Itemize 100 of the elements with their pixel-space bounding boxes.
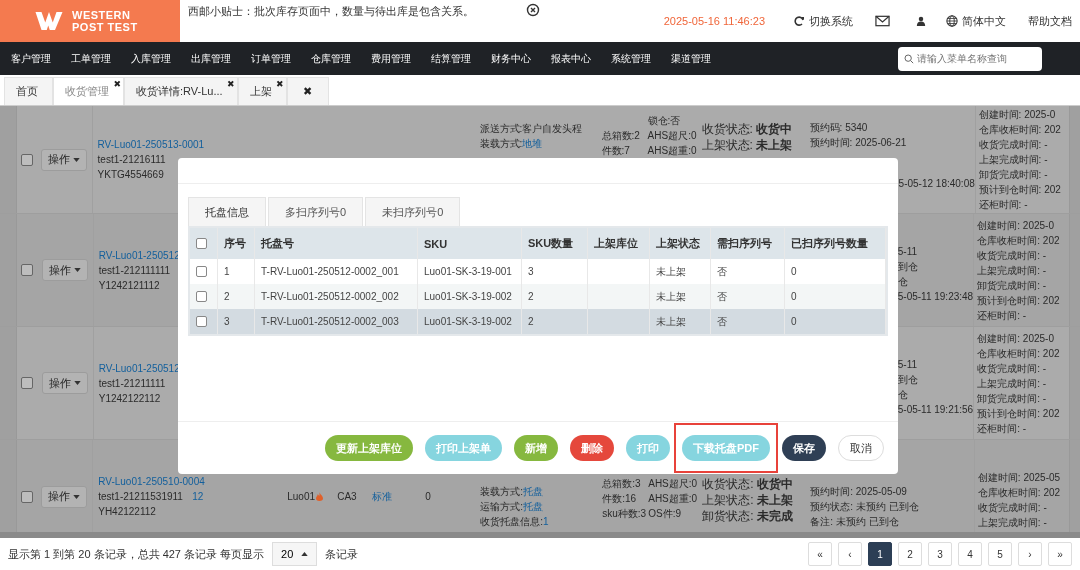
row-checkbox[interactable] xyxy=(20,490,33,503)
dialog-tab[interactable]: 多扫序列号0 xyxy=(268,197,364,226)
actions-dropdown-button[interactable]: 操作 xyxy=(41,148,87,171)
time-info-text: 还柜时间: - xyxy=(977,308,1028,323)
language-selector[interactable]: 简体中文 xyxy=(946,13,1006,29)
pagination-button[interactable]: 4 xyxy=(958,542,982,566)
customer-text: test1-212111111 xyxy=(98,263,171,278)
ahs-info-text: OS件:9 xyxy=(648,507,682,521)
flame-icon xyxy=(316,492,324,501)
time-info-text: 预计到仓时间: 202 xyxy=(978,183,1062,197)
mail-icon[interactable] xyxy=(875,15,890,27)
dialog-tab[interactable]: 托盘信息 xyxy=(188,197,266,226)
actions-dropdown-button[interactable]: 操作 xyxy=(41,372,88,394)
column-header: SKU xyxy=(424,237,448,250)
time-info-text: 仓库收柜时间: 202 xyxy=(978,123,1062,137)
row-checkbox[interactable] xyxy=(196,266,207,277)
booking-info-text: 5-05-11 19:21:56 xyxy=(897,403,974,417)
dialog-tab[interactable]: 未扫序列号0 xyxy=(365,197,461,226)
time-info-text: 预计到仓时间: 202 xyxy=(977,293,1061,308)
box-count-text: 件数:16 xyxy=(602,492,638,506)
column-header: 上架状态 xyxy=(656,236,700,251)
tab-label: 首页 xyxy=(16,84,38,99)
pagination-button[interactable]: ‹ xyxy=(838,542,862,566)
row-checkbox[interactable] xyxy=(20,377,33,389)
caret-icon xyxy=(73,381,81,385)
select-all-checkbox[interactable] xyxy=(196,238,207,249)
booking-info-text: 到仓 xyxy=(897,373,919,387)
actions-dropdown-button[interactable]: 操作 xyxy=(41,259,88,281)
customer-text: test1-21211531911 xyxy=(98,490,183,504)
menu-search-field[interactable]: 请输入菜单名称查询 xyxy=(898,46,1042,71)
booking-info-text: 5-11 xyxy=(897,358,918,372)
pagination-button[interactable]: › xyxy=(1018,542,1042,566)
reference-text: Y1242121112 xyxy=(98,278,160,293)
pagination-button[interactable]: » xyxy=(1048,542,1072,566)
pagination-button[interactable]: 1 xyxy=(868,542,892,566)
scrollbar[interactable] xyxy=(0,532,1080,538)
table-cell: 否 xyxy=(717,289,727,304)
page-tab[interactable]: 收货管理 ✖ xyxy=(53,77,124,105)
tab-close-button[interactable]: ✖ xyxy=(276,79,284,89)
delivery-info-text: 装载方式:地堆 xyxy=(479,137,544,151)
table-cell: Luo01-SK-3-19-002 xyxy=(424,291,512,302)
switch-system-link[interactable]: 切换系统 xyxy=(793,13,853,29)
nav-menu-item[interactable]: 客户管理 xyxy=(11,51,51,66)
box-count-text: sku种数:3 xyxy=(602,507,645,521)
nav-menu-item[interactable]: 工单管理 xyxy=(71,51,111,66)
user-icon[interactable] xyxy=(916,16,926,26)
booking-info-text: 预约时间: 2025-05-09 xyxy=(810,485,908,499)
column-header: 已扫序列号数量 xyxy=(791,236,868,251)
box-count-text: 总箱数:3 xyxy=(602,477,642,491)
nav-menu-item[interactable]: 财务中心 xyxy=(491,51,531,66)
time-info-text: 仓库收柜时间: 202 xyxy=(977,486,1062,500)
pagination-button[interactable]: 3 xyxy=(928,542,952,566)
warehouse-text: Luo01 xyxy=(287,491,316,502)
nav-menu-item[interactable]: 报表中心 xyxy=(551,51,591,66)
nav-menu-item[interactable]: 系统管理 xyxy=(611,51,651,66)
nav-menu-item[interactable]: 仓库管理 xyxy=(311,51,351,66)
nav-menu-item[interactable]: 结算管理 xyxy=(431,51,471,66)
actions-dropdown-button[interactable]: 操作 xyxy=(41,485,88,508)
table-cell: 未上架 xyxy=(656,314,686,329)
column-header: 上架库位 xyxy=(594,236,638,251)
tab-label: 收货详情:RV-Lu... xyxy=(136,84,223,99)
page-tab[interactable]: 首页 xyxy=(4,77,53,105)
row-checkbox[interactable] xyxy=(196,316,207,327)
time-info-text: 上架完成时间: - xyxy=(977,516,1048,530)
column-header: SKU数量 xyxy=(528,236,574,251)
close-all-tabs-button[interactable]: ✖ xyxy=(303,85,313,98)
row-checkbox[interactable] xyxy=(20,153,33,166)
table-cell: T-RV-Luo01-250512-0002_001 xyxy=(261,266,399,277)
nav-menu-item[interactable]: 出库管理 xyxy=(191,51,231,66)
nav-menu-item[interactable]: 订单管理 xyxy=(251,51,291,66)
tab-close-button[interactable]: ✖ xyxy=(227,79,235,89)
pagination-button[interactable]: 2 xyxy=(898,542,922,566)
tab-close-button[interactable]: ✖ xyxy=(113,79,121,89)
refresh-icon xyxy=(793,15,805,27)
datetime-text: 2025-05-16 11:46:23 xyxy=(663,15,765,27)
nav-menu-item[interactable]: 费用管理 xyxy=(371,51,411,66)
dialog-button[interactable]: 删除 xyxy=(570,435,614,461)
row-checkbox[interactable] xyxy=(196,291,207,302)
caret-icon xyxy=(73,494,81,499)
page-tab[interactable]: 上架 ✖ xyxy=(237,77,287,105)
nav-menu-item[interactable]: 渠道管理 xyxy=(671,51,711,66)
code-text: CA3 xyxy=(337,491,357,502)
dialog-button[interactable]: 取消 xyxy=(838,435,884,461)
page-size-dropdown[interactable]: 20 xyxy=(272,542,318,566)
box-count-text: 件数:7 xyxy=(601,144,631,158)
time-info-text: 收货完成时间: - xyxy=(978,138,1049,152)
pagination-button[interactable]: 5 xyxy=(988,542,1012,566)
table-cell: Luo01-SK-3-19-001 xyxy=(424,266,512,277)
close-icon[interactable] xyxy=(526,3,540,17)
table-cell: 未上架 xyxy=(656,289,686,304)
table-cell: 3 xyxy=(528,266,534,277)
reference-text: YKTG4554669 xyxy=(97,168,164,182)
nav-menu-item[interactable]: 入库管理 xyxy=(131,51,171,66)
dialog-button[interactable]: 保存 xyxy=(782,435,826,461)
table-cell: 2 xyxy=(224,291,230,302)
help-link[interactable]: 帮助文档 xyxy=(1028,13,1072,29)
row-checkbox[interactable] xyxy=(20,264,33,276)
pagination-button[interactable]: « xyxy=(808,542,832,566)
table-cell: 2 xyxy=(528,316,534,327)
page-tab[interactable]: 收货详情:RV-Lu... ✖ xyxy=(124,77,238,105)
